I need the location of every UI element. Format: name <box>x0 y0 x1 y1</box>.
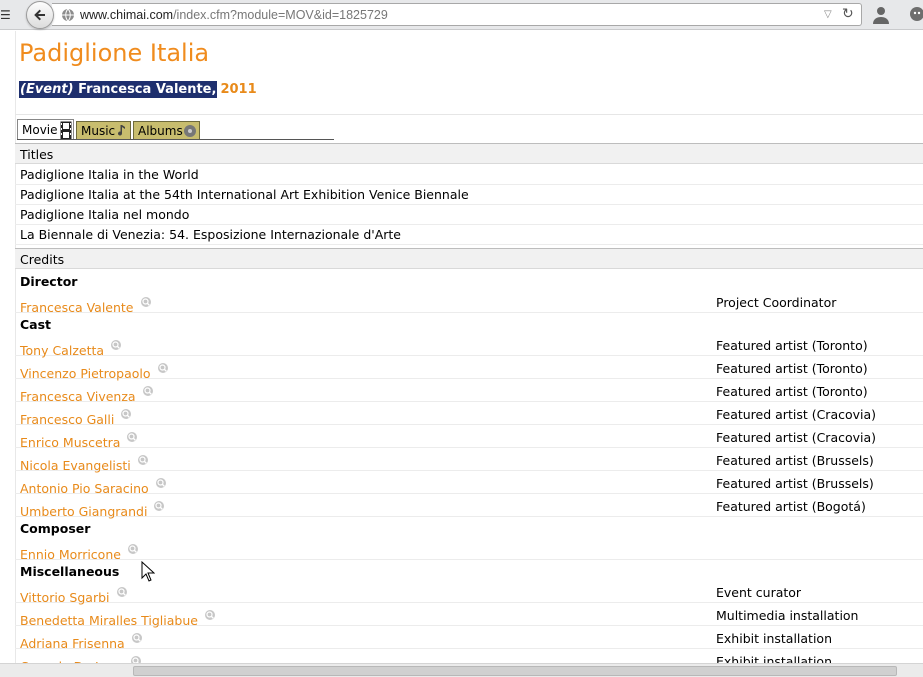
magnifier-icon[interactable] <box>137 454 149 466</box>
group-cast: Cast <box>20 317 52 332</box>
note-icon <box>118 125 126 136</box>
credit-name-link[interactable]: Umberto Giangrandi <box>20 500 165 519</box>
tab-music[interactable]: Music <box>76 121 131 140</box>
divider <box>15 114 923 115</box>
credit-role: Featured artist (Brussels) <box>716 476 874 491</box>
credit-row: Francesco Galli Featured artist (Cracovia… <box>15 402 923 427</box>
globe-icon <box>62 8 74 22</box>
magnifier-icon[interactable] <box>127 543 139 555</box>
magnifier-icon[interactable] <box>131 632 143 644</box>
tab-label: Music <box>81 124 116 138</box>
tab-movie[interactable]: Movie <box>17 119 74 140</box>
credits-header: Credits <box>15 248 923 269</box>
page-content: Padiglione Italia (Event) Francesca Vale… <box>0 31 923 663</box>
titles-header: Titles <box>15 143 923 164</box>
credit-row: Enrico Muscetra Featured artist (Cracovia… <box>15 425 923 450</box>
url-path: /index.cfm?module=MOV&id=1825729 <box>173 8 388 22</box>
credit-role: Project Coordinator <box>716 295 837 310</box>
magnifier-icon[interactable] <box>157 362 169 374</box>
title-row: Padiglione Italia at the 54th Internatio… <box>15 185 923 205</box>
title-row: La Biennale di Venezia: 54. Esposizione … <box>15 225 923 245</box>
credit-row: Umberto Giangrandi Featured artist (Bogot… <box>15 494 923 519</box>
group-director: Director <box>20 274 78 289</box>
credit-row: Vittorio Sgarbi Event curator <box>15 580 923 605</box>
author-name: Francesca Valente, <box>78 82 217 97</box>
chat-icon[interactable] <box>908 5 923 23</box>
event-subtitle: (Event) Francesca Valente, 2011 <box>19 81 257 98</box>
credit-name: Umberto Giangrandi <box>20 504 148 519</box>
film-icon <box>60 121 72 140</box>
tab-label: Albums <box>138 124 183 138</box>
tab-albums[interactable]: Albums <box>133 121 200 140</box>
credit-name-link[interactable]: Ennio Morricone <box>20 543 139 562</box>
scrollbar-thumb[interactable] <box>133 666 897 676</box>
credit-row: Antonio Pio Saracino Featured artist (Bru… <box>15 471 923 496</box>
url-text[interactable]: www.chimai.com/index.cfm?module=MOV&id=1… <box>80 8 388 22</box>
credit-name-link[interactable]: Corrado De Luca <box>20 655 142 663</box>
magnifier-icon[interactable] <box>153 500 165 512</box>
credit-row: Francesca Valente Project Coordinator <box>15 290 923 315</box>
tab-underline <box>17 139 334 140</box>
horizontal-scrollbar[interactable] <box>0 663 923 677</box>
disc-icon <box>183 125 196 137</box>
magnifier-icon[interactable] <box>204 609 216 621</box>
credit-role: Featured artist (Toronto) <box>716 361 868 376</box>
event-year[interactable]: 2011 <box>220 82 256 97</box>
credit-role: Featured artist (Toronto) <box>716 338 868 353</box>
credit-role: Exhibit installation <box>716 654 832 663</box>
selected-text-highlight[interactable]: (Event) Francesca Valente, <box>19 81 218 98</box>
magnifier-icon[interactable] <box>130 655 142 663</box>
magnifier-icon[interactable] <box>142 385 154 397</box>
credit-row: Adriana Frisenna Exhibit installation <box>15 626 923 651</box>
credit-role: Featured artist (Cracovia) <box>716 430 877 445</box>
credit-row: Corrado De Luca Exhibit installation <box>15 649 923 663</box>
credit-role: Multimedia installation <box>716 608 859 623</box>
credit-row: Benedetta Miralles Tigliabue Multimedia i… <box>15 603 923 628</box>
credit-name: Francesca Valente <box>20 300 134 315</box>
arrow-left-icon <box>34 9 45 21</box>
mouse-cursor-icon <box>141 561 155 582</box>
credit-row: Tony Calzetta Featured artist (Toronto) <box>15 333 923 358</box>
event-tag: (Event) <box>20 82 74 97</box>
credit-name: Ennio Morricone <box>20 547 121 562</box>
address-bar[interactable]: www.chimai.com/index.cfm?module=MOV&id=1… <box>52 3 862 26</box>
title-row: Padiglione Italia nel mondo <box>15 205 923 225</box>
page-title: Padiglione Italia <box>19 39 210 67</box>
group-composer: Composer <box>20 521 91 536</box>
credit-role: Featured artist (Cracovia) <box>716 407 877 422</box>
magnifier-icon[interactable] <box>120 408 132 420</box>
back-button[interactable] <box>26 1 54 29</box>
credit-role: Event curator <box>716 585 802 600</box>
credit-row: Ennio Morricone <box>15 537 923 562</box>
url-domain: www.chimai.com <box>80 8 174 22</box>
magnifier-icon[interactable] <box>140 296 152 308</box>
browser-toolbar: ☰ www.chimai.com/index.cfm?module=MOV&id… <box>0 0 923 30</box>
credit-name-link[interactable]: Francesca Valente <box>20 296 152 315</box>
title-row: Padiglione Italia in the World <box>15 165 923 185</box>
credit-role: Featured artist (Bogotá) <box>716 499 866 514</box>
magnifier-icon[interactable] <box>155 477 167 489</box>
group-miscellaneous: Miscellaneous <box>20 564 120 579</box>
magnifier-icon[interactable] <box>126 431 138 443</box>
credit-role: Exhibit installation <box>716 631 832 646</box>
credit-row: Vincenzo Pietropaolo Featured artist (Tor… <box>15 356 923 381</box>
credit-row: Francesca Vivenza Featured artist (Toront… <box>15 379 923 404</box>
reload-icon[interactable]: ↻ <box>842 6 854 22</box>
credit-role: Featured artist (Brussels) <box>716 453 874 468</box>
magnifier-icon[interactable] <box>116 586 128 598</box>
menu-icon[interactable]: ☰ <box>0 8 12 22</box>
tab-label: Movie <box>22 123 58 137</box>
credit-row: Nicola Evangelisti Featured artist (Bruss… <box>15 448 923 473</box>
chevron-down-icon[interactable]: ▽ <box>824 9 832 20</box>
user-icon[interactable] <box>872 5 890 25</box>
magnifier-icon[interactable] <box>110 339 122 351</box>
credit-role: Featured artist (Toronto) <box>716 384 868 399</box>
